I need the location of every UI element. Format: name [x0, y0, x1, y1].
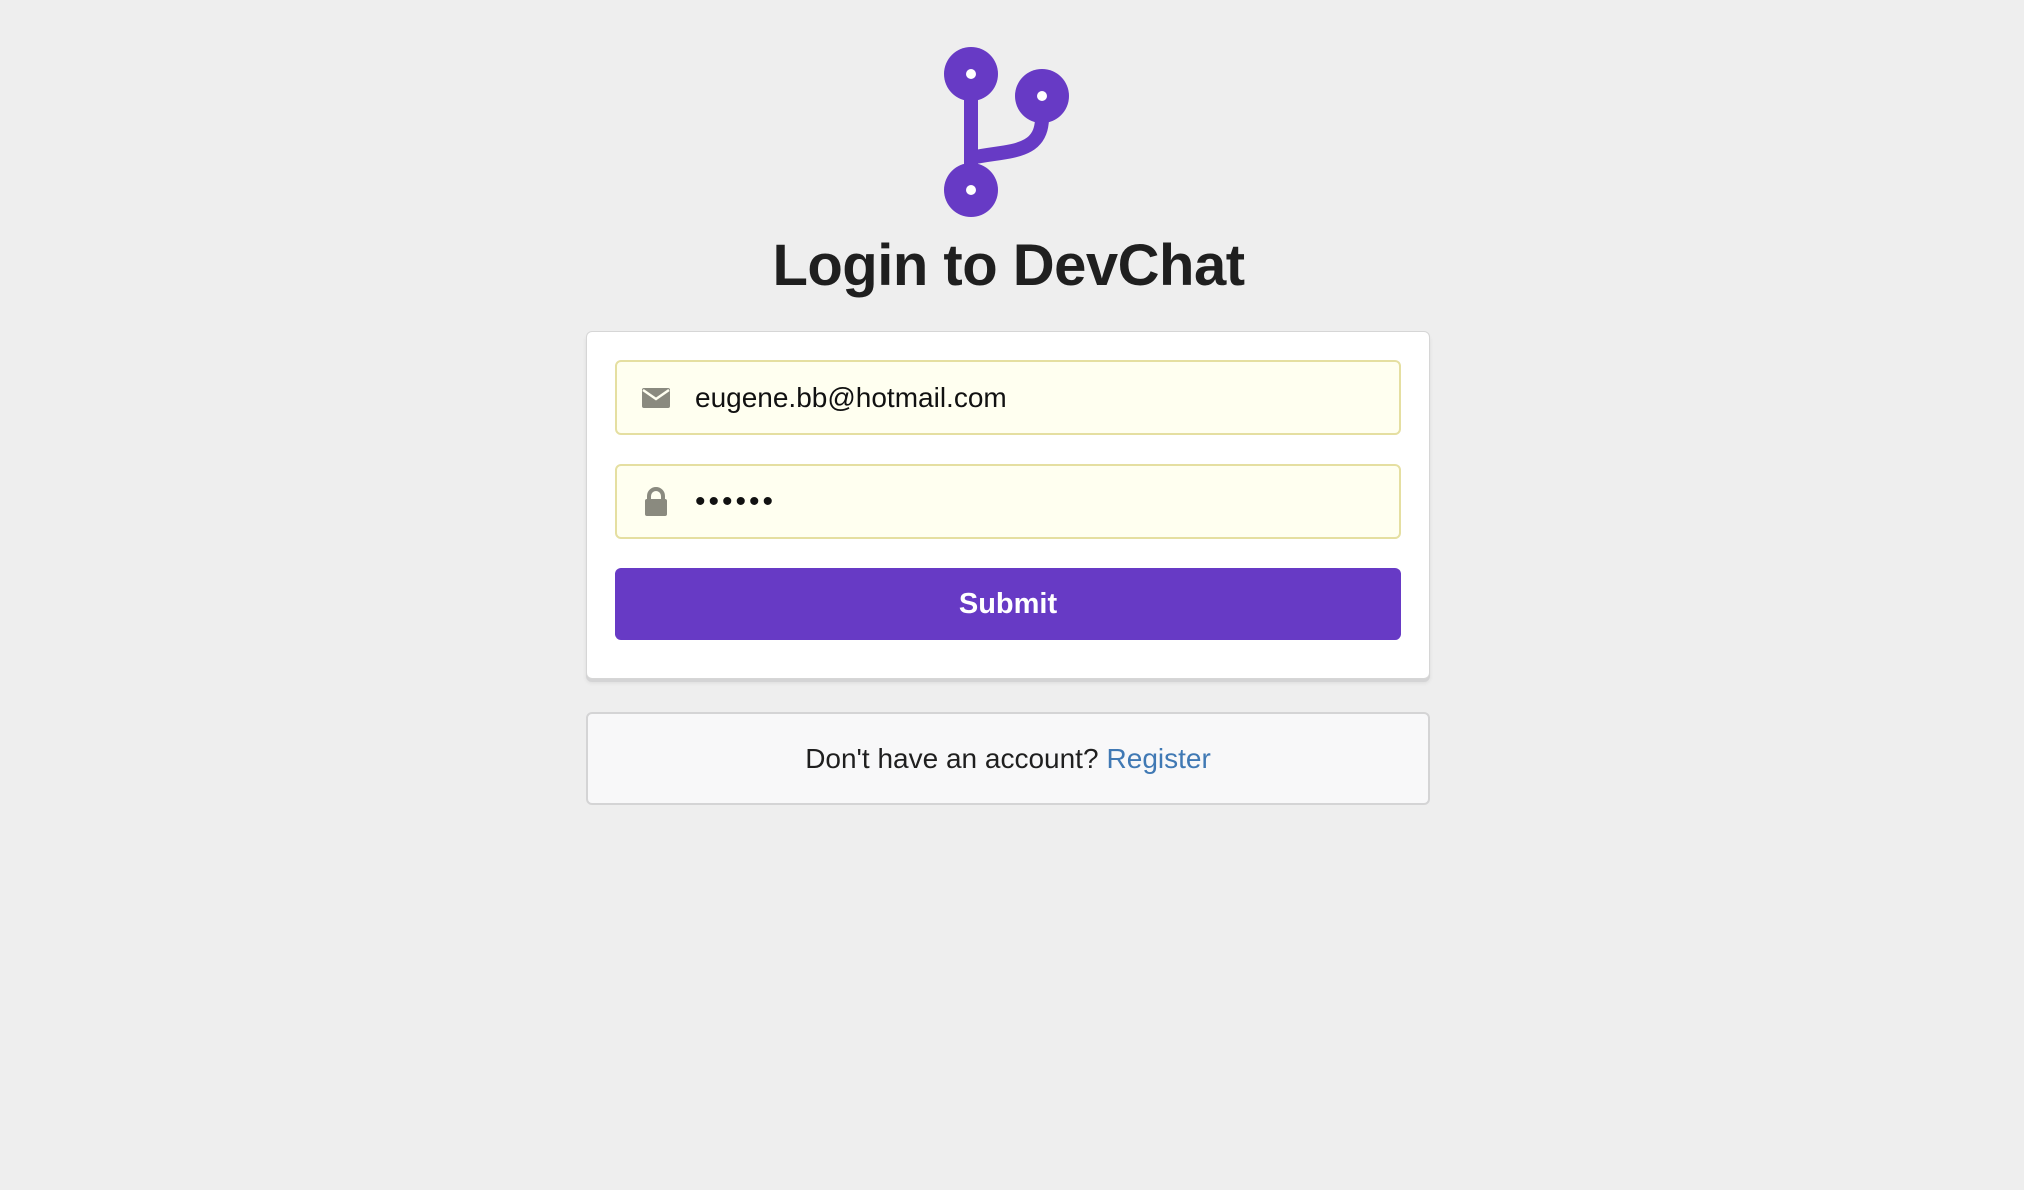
- envelope-icon: [639, 381, 673, 415]
- login-page: Login to DevChat Submit Don't have an: [0, 0, 2024, 1190]
- lock-icon: [639, 485, 673, 519]
- register-link[interactable]: Register: [1107, 743, 1211, 775]
- submit-button[interactable]: Submit: [615, 568, 1401, 640]
- page-title: Login to DevChat: [772, 233, 1245, 298]
- email-input[interactable]: [695, 381, 1395, 414]
- password-input[interactable]: [695, 484, 1395, 519]
- email-field[interactable]: [615, 360, 1401, 435]
- code-branch-icon: [944, 47, 1069, 217]
- register-message: Don't have an account? Register: [586, 712, 1430, 805]
- password-field[interactable]: [615, 464, 1401, 539]
- login-form: Submit: [586, 331, 1430, 679]
- register-prompt: Don't have an account?: [805, 742, 1099, 774]
